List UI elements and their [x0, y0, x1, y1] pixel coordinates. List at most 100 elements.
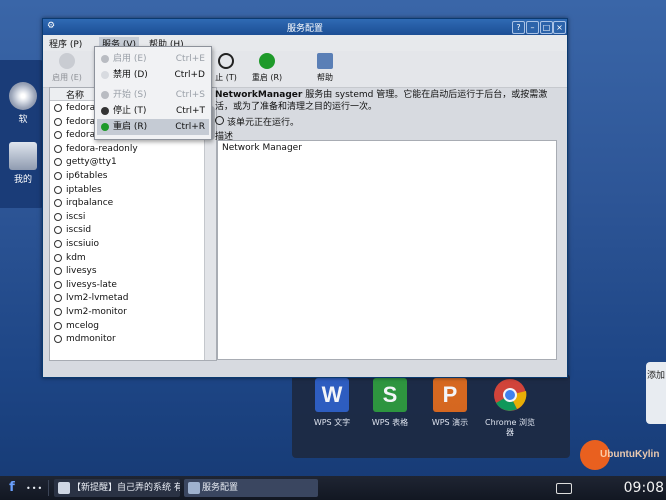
- service-name-label: iscsiuio: [66, 239, 100, 249]
- wps-writer-icon: W: [315, 378, 349, 412]
- window-title: 服务配置: [286, 24, 323, 34]
- taskbar-task-service-config[interactable]: 服务配置: [184, 479, 318, 497]
- menu-item-start[interactable]: 开始 (S) Ctrl+S: [97, 87, 209, 103]
- menu-item-disable[interactable]: 禁用 (D) Ctrl+D: [97, 67, 209, 83]
- list-item[interactable]: iptables: [50, 184, 202, 197]
- service-name-label: mdmonitor: [66, 334, 116, 345]
- service-name-label: livesys: [66, 266, 97, 277]
- help-button[interactable]: 帮助: [305, 53, 345, 83]
- restart-button-label: 重启 (R): [251, 73, 283, 82]
- service-status-icon: [54, 185, 62, 194]
- start-icon: [101, 91, 109, 99]
- minimize-button[interactable]: –: [526, 21, 539, 34]
- list-item[interactable]: ip6tables: [50, 170, 202, 183]
- list-item[interactable]: livesys-late: [50, 279, 202, 292]
- service-summary: NetworkManager 服务由 systemd 管理。它能在启动后运行于后…: [215, 89, 561, 113]
- enable-icon: [101, 55, 109, 63]
- description-text: Network Manager: [217, 140, 557, 360]
- dock-item-label: WPS 演示: [431, 418, 469, 427]
- service-details: NetworkManager 服务由 systemd 管理。它能在启动后运行于后…: [215, 87, 561, 367]
- computer-icon: [9, 142, 37, 170]
- service-status-icon: [54, 253, 62, 262]
- close-button[interactable]: ×: [553, 21, 566, 34]
- desktop-pager[interactable]: •••: [26, 484, 43, 493]
- service-name-label: iptables: [66, 184, 102, 195]
- service-status-icon: [54, 158, 62, 167]
- dock-item-wps-presentation[interactable]: P WPS 演示: [424, 378, 476, 428]
- service-status-icon: [54, 226, 62, 235]
- dock-item-chrome[interactable]: Chrome 浏览器: [484, 378, 536, 438]
- clock[interactable]: 09:08: [624, 479, 664, 497]
- service-status-icon: [54, 321, 62, 330]
- help-button-label: 帮助: [317, 73, 333, 82]
- service-status-icon: [54, 104, 62, 112]
- list-item[interactable]: iscsid: [50, 224, 202, 237]
- window-titlebar[interactable]: ⚙ 服务配置 ? – □ ×: [43, 19, 567, 35]
- dock-item-wps-sheets[interactable]: S WPS 表格: [364, 378, 416, 428]
- list-item[interactable]: iscsiuio: [50, 238, 202, 251]
- service-name-label: iscsi: [66, 211, 86, 222]
- status-text: 该单元正在运行。: [227, 118, 300, 128]
- desktop-side-panel: 软 我的: [0, 60, 44, 208]
- stop-button[interactable]: 止 (T): [211, 53, 241, 83]
- disable-icon: [101, 71, 109, 79]
- service-status-icon: [54, 117, 62, 126]
- list-item[interactable]: iscsi: [50, 211, 202, 224]
- divider: [48, 480, 49, 496]
- restart-icon: [259, 53, 275, 69]
- menu-item-stop[interactable]: 停止 (T) Ctrl+T: [97, 103, 209, 119]
- service-name-label: kdm: [66, 252, 86, 263]
- side-add-tab[interactable]: 添加: [646, 362, 666, 424]
- list-item[interactable]: mcelog: [50, 320, 202, 333]
- menu-program[interactable]: 程序 (P): [49, 37, 82, 50]
- stop-icon: [218, 53, 234, 69]
- service-menu-dropdown: 启用 (E) Ctrl+E 禁用 (D) Ctrl+D 开始 (S) Ctrl+…: [94, 46, 212, 140]
- service-status-icon: [54, 308, 62, 316]
- enable-button-label: 启用 (E): [52, 73, 82, 82]
- service-name-label: lvm2-monitor: [66, 307, 127, 317]
- service-status-icon: [54, 144, 62, 153]
- service-status-icon: [54, 335, 62, 344]
- service-status-icon: [54, 240, 62, 248]
- service-name-label: fedora-readonly: [66, 143, 138, 154]
- browser-icon: [58, 482, 70, 494]
- service-status-icon: [54, 294, 62, 303]
- service-status-icon: [54, 280, 62, 289]
- list-item[interactable]: getty@tty1: [50, 156, 202, 169]
- list-item[interactable]: fedora-readonly: [50, 143, 202, 156]
- list-item[interactable]: mdmonitor: [50, 333, 202, 346]
- service-status-icon: [54, 172, 62, 180]
- service-status-icon: [54, 131, 62, 140]
- service-name-label: livesys-late: [66, 279, 117, 290]
- service-name-label: lvm2-lvmetad: [66, 293, 129, 304]
- desktop-icon-software[interactable]: 软: [6, 82, 40, 125]
- desktop-icon-label: 我的: [13, 175, 32, 185]
- restart-button[interactable]: 重启 (R): [245, 53, 289, 83]
- dock-item-label: WPS 表格: [371, 418, 409, 427]
- start-menu-button[interactable]: f: [4, 480, 20, 496]
- restart-icon: [101, 123, 109, 131]
- dock-item-wps-writer[interactable]: W WPS 文字: [306, 378, 358, 428]
- service-name-label: irqbalance: [66, 198, 114, 209]
- taskbar-task-browser[interactable]: 【新提醒】自己弄的系统 有点: [54, 479, 180, 497]
- stop-button-label: 止 (T): [215, 73, 237, 82]
- service-name-label: ip6tables: [66, 171, 108, 181]
- list-item[interactable]: livesys: [50, 265, 202, 278]
- list-item[interactable]: lvm2-monitor: [50, 306, 202, 319]
- system-tray: 09:08: [556, 479, 666, 497]
- stop-icon: [101, 107, 109, 115]
- help-window-button[interactable]: ?: [512, 21, 525, 34]
- menu-item-enable[interactable]: 启用 (E) Ctrl+E: [97, 51, 209, 67]
- chrome-icon: [493, 378, 527, 412]
- service-name-label: getty@tty1: [66, 157, 117, 168]
- battery-icon[interactable]: [556, 483, 572, 494]
- running-icon: [215, 116, 224, 125]
- desktop-icon-label: 软: [18, 115, 28, 125]
- maximize-button[interactable]: □: [540, 21, 553, 34]
- enable-button[interactable]: 启用 (E): [47, 53, 87, 83]
- list-item[interactable]: irqbalance: [50, 197, 202, 210]
- list-item[interactable]: lvm2-lvmetad: [50, 292, 202, 305]
- list-item[interactable]: kdm: [50, 252, 202, 265]
- menu-item-restart[interactable]: 重启 (R) Ctrl+R: [97, 119, 209, 135]
- desktop-icon-computer[interactable]: 我的: [6, 142, 40, 185]
